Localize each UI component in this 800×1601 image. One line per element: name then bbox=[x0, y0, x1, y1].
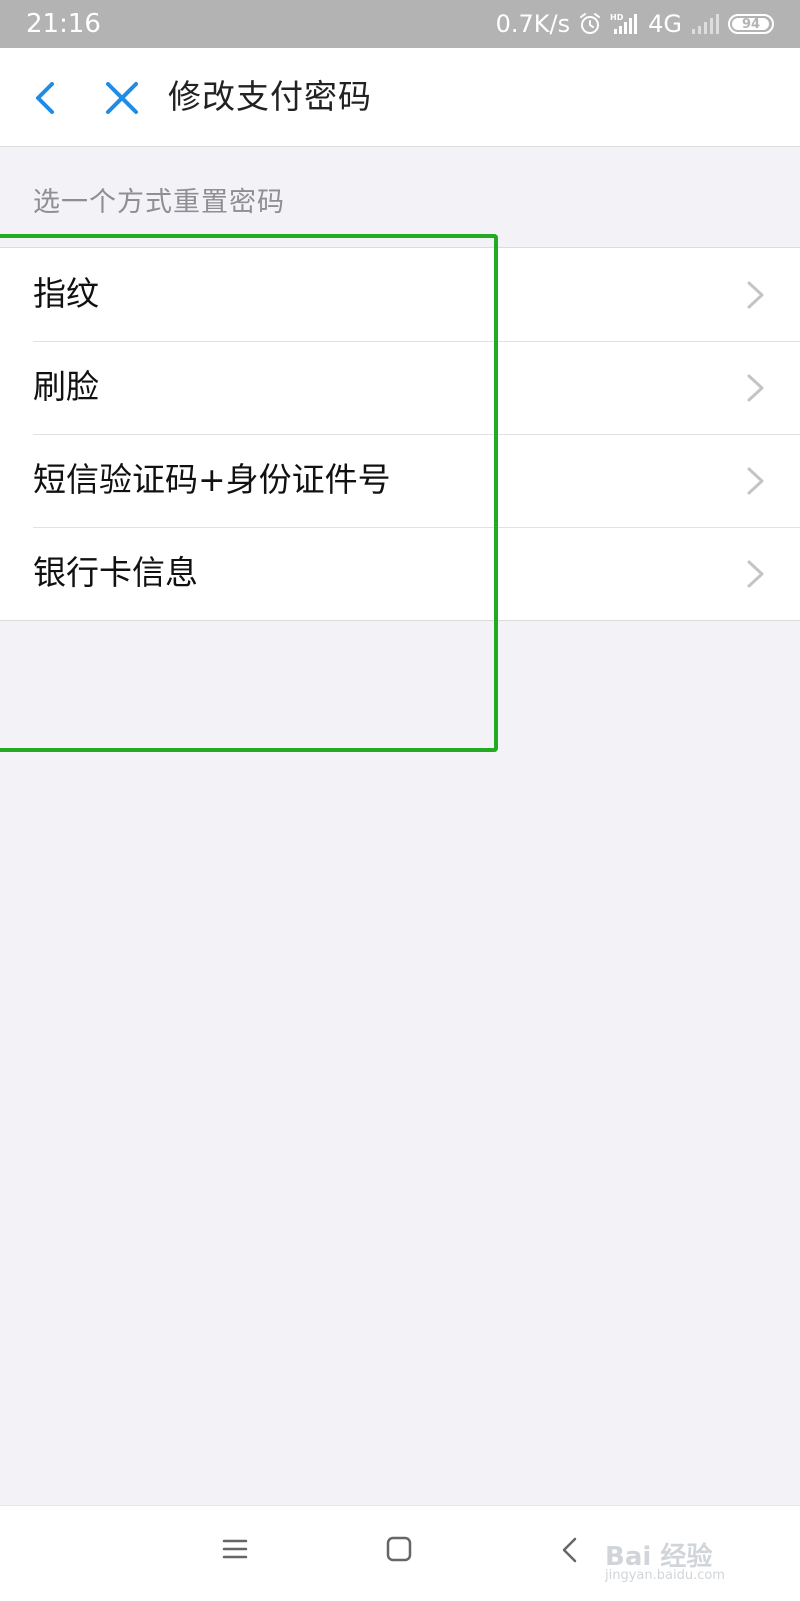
chevron-right-icon bbox=[746, 280, 766, 310]
option-fingerprint[interactable]: 指纹 bbox=[0, 248, 800, 341]
section-title: 选一个方式重置密码 bbox=[33, 187, 285, 218]
battery-level: 94 bbox=[741, 16, 761, 32]
option-sms-id[interactable]: 短信验证码+身份证件号 bbox=[0, 434, 800, 527]
chevron-right-icon bbox=[746, 466, 766, 496]
network-type: 4G bbox=[648, 10, 682, 38]
status-bar: 21:16 0.7K/s HD 4G 94 bbox=[0, 0, 800, 48]
alarm-icon bbox=[578, 12, 602, 36]
svg-text:HD: HD bbox=[610, 13, 624, 22]
back-icon[interactable] bbox=[560, 1536, 578, 1564]
network-speed: 0.7K/s bbox=[495, 10, 571, 38]
option-label: 刷脸 bbox=[33, 367, 99, 406]
chevron-right-icon bbox=[746, 559, 766, 589]
status-time: 21:16 bbox=[26, 9, 101, 39]
option-face[interactable]: 刷脸 bbox=[0, 341, 800, 434]
status-indicators: 0.7K/s HD 4G 94 bbox=[496, 8, 774, 40]
chevron-right-icon bbox=[746, 373, 766, 403]
close-icon[interactable] bbox=[102, 78, 142, 118]
page-title: 修改支付密码 bbox=[168, 77, 372, 116]
chevron-left-icon[interactable] bbox=[28, 76, 64, 120]
menu-icon[interactable] bbox=[222, 1536, 248, 1562]
option-label: 短信验证码+身份证件号 bbox=[33, 460, 391, 499]
hd-signal-icon: HD bbox=[610, 12, 640, 36]
navigation-bar: 修改支付密码 bbox=[0, 48, 800, 147]
option-label: 银行卡信息 bbox=[33, 553, 198, 592]
option-label: 指纹 bbox=[33, 274, 99, 313]
watermark: Bai 经验 jingyan.baidu.com bbox=[605, 1536, 755, 1588]
battery-icon: 94 bbox=[728, 14, 774, 34]
reset-options-list: 指纹 刷脸 短信验证码+身份证件号 银行卡信息 bbox=[0, 247, 800, 621]
watermark-url: jingyan.baidu.com bbox=[605, 1568, 725, 1583]
signal-icon bbox=[690, 12, 720, 36]
home-icon[interactable] bbox=[386, 1536, 412, 1562]
option-bank-card[interactable]: 银行卡信息 bbox=[0, 527, 800, 620]
